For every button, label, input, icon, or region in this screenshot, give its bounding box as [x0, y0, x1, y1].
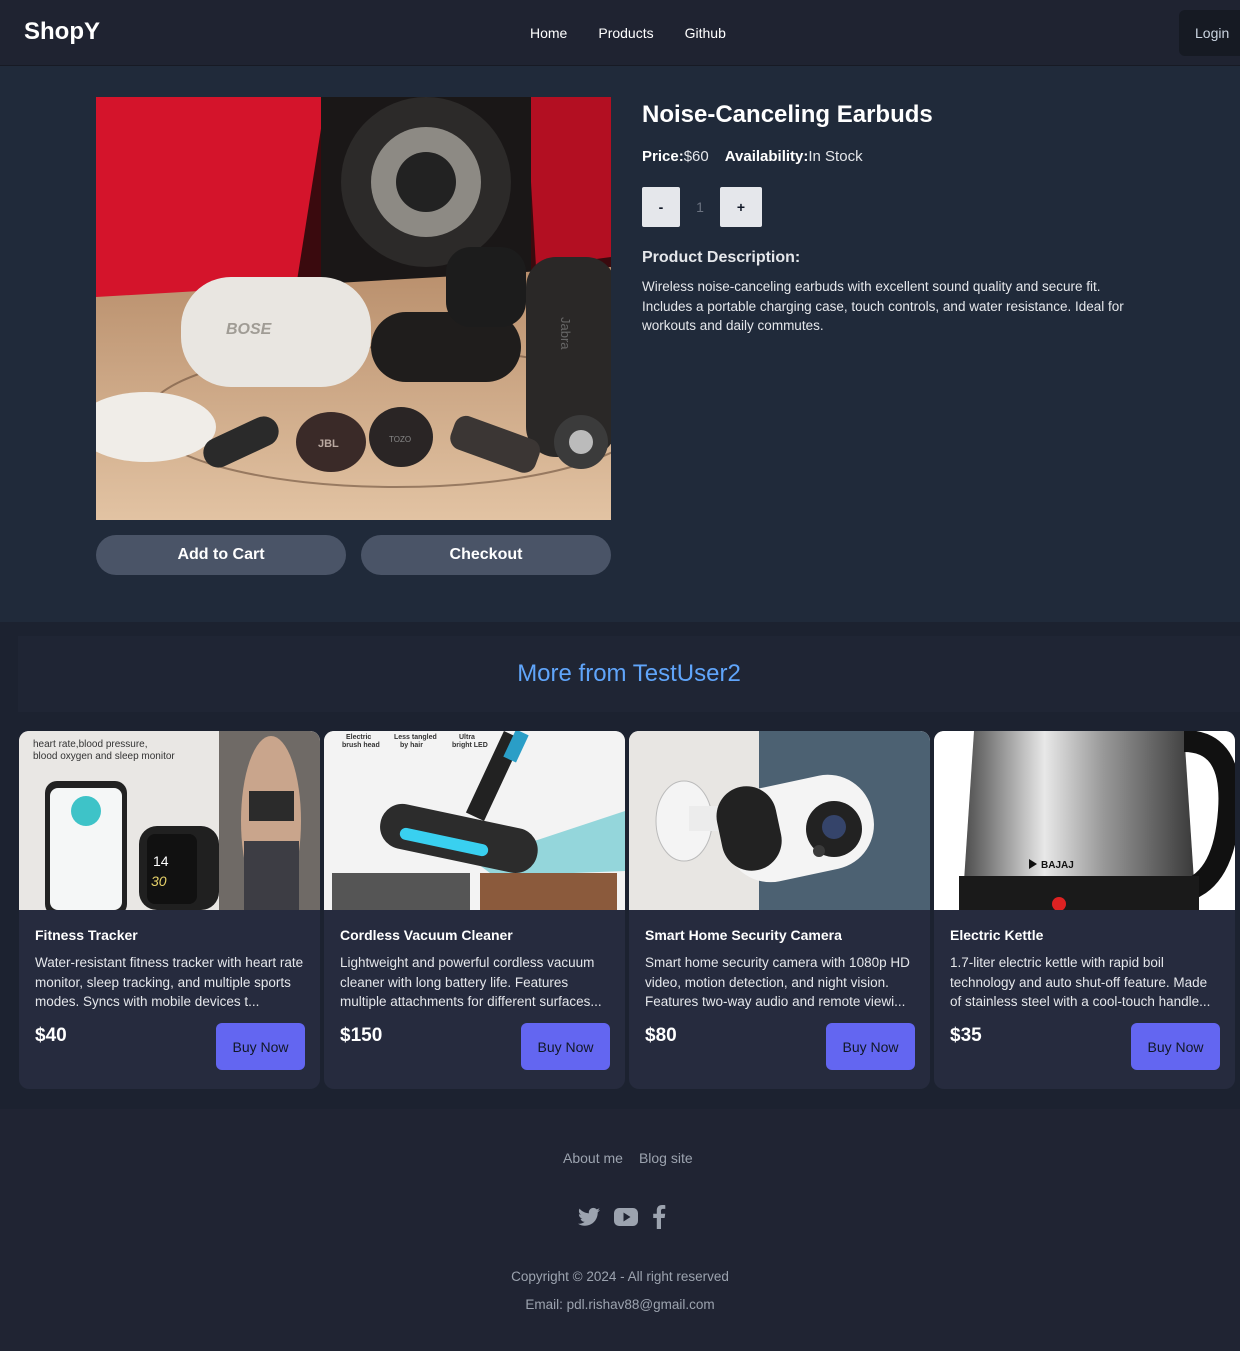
nav-home-link[interactable]: Home [530, 25, 567, 41]
twitter-icon[interactable] [578, 1207, 600, 1232]
section-heading: More from TestUser2 [18, 636, 1240, 712]
card-image: BAJAJ [934, 731, 1235, 910]
product-title: Noise-Canceling Earbuds [642, 101, 933, 128]
vacuum-label-2b: by hair [400, 742, 423, 749]
card-price: $35 [950, 1025, 982, 1046]
card-price: $150 [340, 1025, 383, 1046]
product-card[interactable]: heart rate,blood pressure, blood oxygen … [19, 731, 320, 1089]
quantity-value: 1 [696, 199, 704, 215]
buy-now-button[interactable]: Buy Now [521, 1023, 610, 1070]
about-me-link[interactable]: About me [563, 1150, 623, 1166]
product-card-list: heart rate,blood pressure, blood oxygen … [19, 731, 1235, 1089]
fitness-caption-line-2: blood oxygen and sleep monitor [33, 751, 175, 762]
availability-value: In Stock [808, 148, 863, 165]
description-heading: Product Description: [642, 249, 801, 266]
vacuum-label-3a: Ultra [459, 734, 475, 741]
facebook-icon[interactable] [652, 1205, 666, 1234]
quantity-increase-button[interactable]: + [720, 187, 762, 227]
card-price: $80 [645, 1025, 677, 1046]
add-to-cart-button[interactable]: Add to Cart [96, 535, 346, 575]
card-title[interactable]: Smart Home Security Camera [645, 927, 842, 943]
price-label: Price: [642, 148, 684, 165]
email-text: Email: pdl.rishav88@gmail.com [525, 1297, 715, 1312]
vacuum-label-1a: Electric [346, 734, 371, 741]
card-image: heart rate,blood pressure, blood oxygen … [19, 731, 320, 910]
social-links [578, 1205, 666, 1234]
product-detail-section: BOSE Jabra JBL TOZO Add to Cart Checkout… [0, 66, 1240, 622]
card-description: 1.7-liter electric kettle with rapid boi… [950, 955, 1211, 1009]
footer-links: About me Blog site [563, 1150, 693, 1166]
card-description: Water-resistant fitness tracker with hea… [35, 955, 304, 1009]
availability-group: Availability:In Stock [725, 148, 863, 165]
brand-logo[interactable]: ShopY [24, 18, 100, 46]
watch-minute-text: 30 [151, 873, 167, 889]
product-image: BOSE Jabra JBL TOZO [96, 97, 611, 520]
product-description: Wireless noise-canceling earbuds with ex… [642, 279, 1124, 333]
quantity-stepper: - 1 + [642, 187, 762, 227]
buy-now-button[interactable]: Buy Now [1131, 1023, 1220, 1070]
vacuum-label-2a: Less tangled [394, 734, 437, 741]
card-title[interactable]: Electric Kettle [950, 927, 1043, 943]
product-card[interactable]: Smart Home Security Camera Smart home se… [629, 731, 930, 1089]
main-nav: Home Products Github [530, 25, 726, 41]
price-value: $60 [683, 148, 709, 165]
vacuum-label-1b: brush head [342, 742, 380, 749]
availability-label: Availability: [724, 148, 809, 165]
top-navbar: ShopY Home Products Github Login [0, 0, 1240, 66]
site-footer: About me Blog site Copyright © 2024 - Al… [0, 1109, 1240, 1351]
card-title[interactable]: Fitness Tracker [35, 927, 138, 943]
product-card[interactable]: BAJAJ Electric Kettle 1.7-liter electric… [934, 731, 1235, 1089]
blog-site-link[interactable]: Blog site [639, 1150, 693, 1166]
jabra-side-text: Jabra [558, 317, 573, 350]
buy-now-button[interactable]: Buy Now [826, 1023, 915, 1070]
watch-hour-text: 14 [153, 853, 169, 869]
youtube-icon[interactable] [614, 1208, 638, 1231]
copyright-text: Copyright © 2024 - All right reserved [511, 1269, 729, 1284]
card-description: Lightweight and powerful cordless vacuum… [340, 955, 602, 1009]
product-card[interactable]: Electric brush head Less tangled by hair… [324, 731, 625, 1089]
fitness-caption-line-1: heart rate,blood pressure, [33, 739, 148, 750]
login-button[interactable]: Login [1179, 10, 1240, 56]
quantity-decrease-button[interactable]: - [642, 187, 680, 227]
card-image [629, 731, 930, 910]
jbl-logo-text: JBL [318, 438, 339, 450]
card-price: $40 [35, 1025, 67, 1046]
bose-case-text: BOSE [226, 321, 273, 338]
checkout-button[interactable]: Checkout [361, 535, 611, 575]
nav-github-link[interactable]: Github [685, 25, 726, 41]
product-meta: Price:$60 Availability:In Stock [642, 148, 863, 165]
nav-products-link[interactable]: Products [598, 25, 653, 41]
card-description: Smart home security camera with 1080p HD… [645, 955, 910, 1009]
price-group: Price:$60 [642, 148, 709, 165]
more-from-seller-section: More from TestUser2 heart rate,blood pre… [0, 622, 1240, 1109]
kettle-brand-text: BAJAJ [1041, 860, 1074, 871]
card-title[interactable]: Cordless Vacuum Cleaner [340, 927, 513, 943]
card-image: Electric brush head Less tangled by hair… [324, 731, 625, 910]
buy-now-button[interactable]: Buy Now [216, 1023, 305, 1070]
tozo-bud-text: TOZO [389, 435, 411, 444]
vacuum-label-3b: bright LED [452, 742, 488, 749]
